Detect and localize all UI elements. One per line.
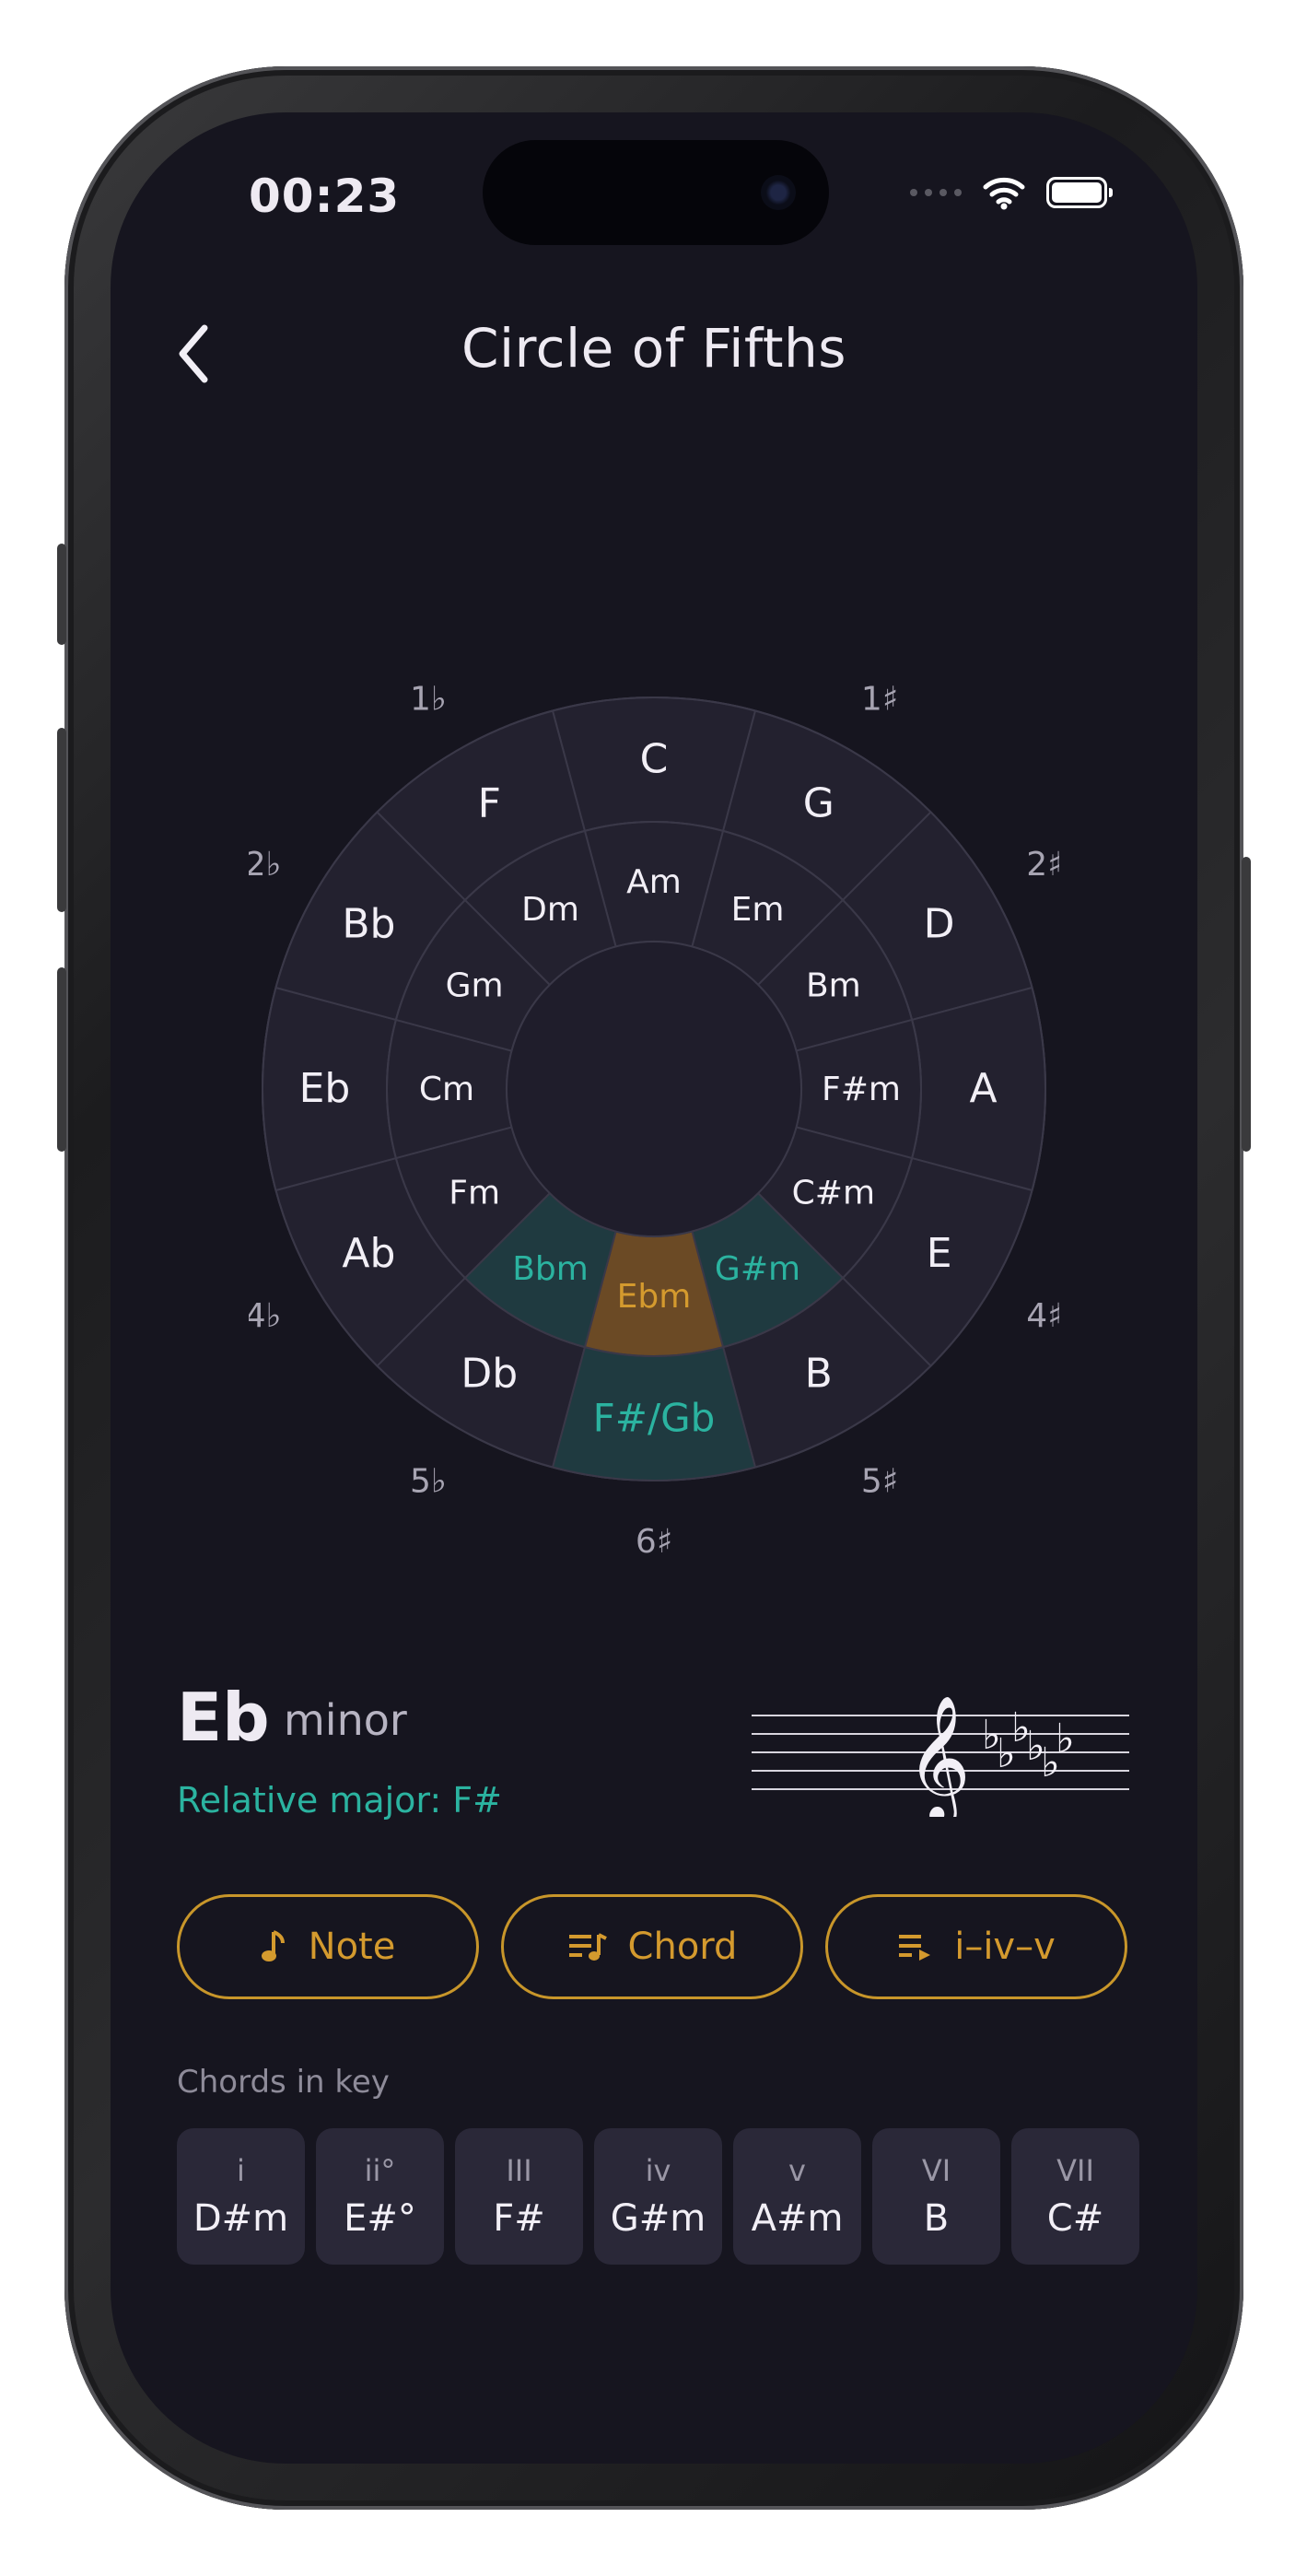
major-key-label: E	[927, 1230, 952, 1277]
circle-of-fifths[interactable]: C Am G Em D Bm A F#m E C#m B G#m F#/Gb Ebm Db Bbm Ab Fm Eb…	[184, 591, 1124, 1587]
key-root: Eb	[177, 1679, 270, 1756]
status-icons	[910, 175, 1113, 210]
wifi-icon	[983, 177, 1025, 210]
minor-key-label: Ebm	[617, 1278, 692, 1316]
major-key-label: F	[478, 779, 501, 826]
chord-cell[interactable]: i D#m	[177, 2128, 305, 2265]
camera-icon	[761, 175, 796, 210]
circle-center	[506, 941, 802, 1237]
flat-icon: ♭	[1056, 1715, 1075, 1762]
chord-degree: VI	[921, 2153, 951, 2188]
major-key-label: D	[924, 900, 955, 947]
action-buttons: Note Chord i–iv–v	[177, 1894, 1127, 1999]
power-button	[1242, 857, 1251, 1152]
chords-in-key-label: Chords in key	[177, 2064, 390, 2101]
key-signature-label: 2♯	[1026, 846, 1059, 884]
minor-key-label: Fm	[449, 1175, 500, 1212]
play-chord-button[interactable]: Chord	[501, 1894, 803, 1999]
key-signature-label: 5♭	[410, 1462, 447, 1500]
chords-in-key-list: i D#m ii° E#° III F# iv G#m v A#m VI B VII C#	[177, 2128, 1139, 2265]
chord-cell[interactable]: III F#	[455, 2128, 583, 2265]
volume-down-button	[57, 967, 66, 1152]
chord-degree: III	[506, 2153, 532, 2188]
chord-cell[interactable]: VI B	[872, 2128, 1000, 2265]
key-signature-staff: 𝄞 ♭♭♭♭♭♭	[752, 1693, 1129, 1817]
play-note-label: Note	[308, 1926, 396, 1968]
status-time: 00:23	[249, 170, 401, 223]
key-signature-label: 5♯	[861, 1462, 898, 1500]
chord-cell[interactable]: v A#m	[733, 2128, 861, 2265]
chord-name: F#	[493, 2197, 545, 2240]
chord-name: D#m	[193, 2197, 289, 2240]
major-key-label: G	[803, 779, 834, 826]
major-key-label: F#/Gb	[593, 1396, 716, 1441]
play-note-button[interactable]: Note	[177, 1894, 479, 1999]
major-key-label: Eb	[299, 1065, 351, 1112]
battery-icon	[1046, 177, 1113, 208]
chord-name: G#m	[610, 2197, 706, 2240]
play-chord-label: Chord	[627, 1926, 738, 1968]
key-signature-label: 1♯	[861, 681, 898, 719]
major-key-label: A	[969, 1065, 997, 1112]
key-signature-label: 1♭	[410, 681, 447, 719]
relative-key: Relative major: F#	[177, 1780, 502, 1821]
chord-degree: ii°	[364, 2153, 396, 2188]
chord-degree: i	[237, 2153, 245, 2188]
chord-name: B	[923, 2197, 950, 2240]
treble-clef-icon: 𝄞	[906, 1693, 971, 1817]
dynamic-island	[483, 140, 829, 245]
play-progression-label: i–iv–v	[954, 1926, 1056, 1968]
chord-cell[interactable]: ii° E#°	[316, 2128, 444, 2265]
chord-name: C#	[1046, 2197, 1104, 2240]
chord-degree: VII	[1056, 2153, 1094, 2188]
key-signature-label: 4♭	[249, 1297, 282, 1335]
major-key-label: C	[640, 736, 669, 783]
minor-key-label: Dm	[521, 891, 579, 929]
minor-key-label: Gm	[446, 967, 504, 1005]
chord-list-icon	[567, 1931, 608, 1962]
chord-name: E#°	[344, 2197, 416, 2240]
signal-icon	[910, 189, 962, 196]
key-signature-label: 4♯	[1026, 1297, 1059, 1335]
major-key-label: Bb	[342, 900, 395, 947]
chord-cell[interactable]: VII C#	[1011, 2128, 1139, 2265]
page-title: Circle of Fifths	[461, 317, 847, 380]
chord-degree: iv	[645, 2153, 671, 2188]
chord-cell[interactable]: iv G#m	[594, 2128, 722, 2265]
minor-key-label: Am	[626, 863, 682, 901]
key-mode: minor	[284, 1695, 407, 1745]
minor-key-label: Cm	[419, 1071, 474, 1108]
app-screen: 00:23 Circle of Fifths C Am G Em D Bm A F#m E C#m…	[111, 112, 1197, 2464]
minor-key-label: Em	[731, 891, 785, 929]
play-progression-button[interactable]: i–iv–v	[825, 1894, 1127, 1999]
silent-switch	[57, 544, 66, 645]
minor-key-label: C#m	[792, 1175, 875, 1212]
minor-key-label: G#m	[715, 1250, 800, 1288]
minor-key-label: Bm	[806, 967, 861, 1005]
major-key-label: B	[805, 1351, 833, 1398]
chord-name: A#m	[751, 2197, 844, 2240]
volume-up-button	[57, 728, 66, 912]
chord-degree: v	[788, 2153, 806, 2188]
minor-key-label: F#m	[822, 1071, 901, 1108]
note-icon	[261, 1928, 288, 1965]
play-queue-icon	[897, 1931, 934, 1962]
key-signature-label: 2♭	[249, 846, 282, 884]
key-signature-label: 6♯	[636, 1523, 672, 1561]
major-key-label: Ab	[342, 1230, 395, 1277]
minor-key-label: Bbm	[512, 1250, 589, 1288]
major-key-label: Db	[461, 1351, 518, 1398]
